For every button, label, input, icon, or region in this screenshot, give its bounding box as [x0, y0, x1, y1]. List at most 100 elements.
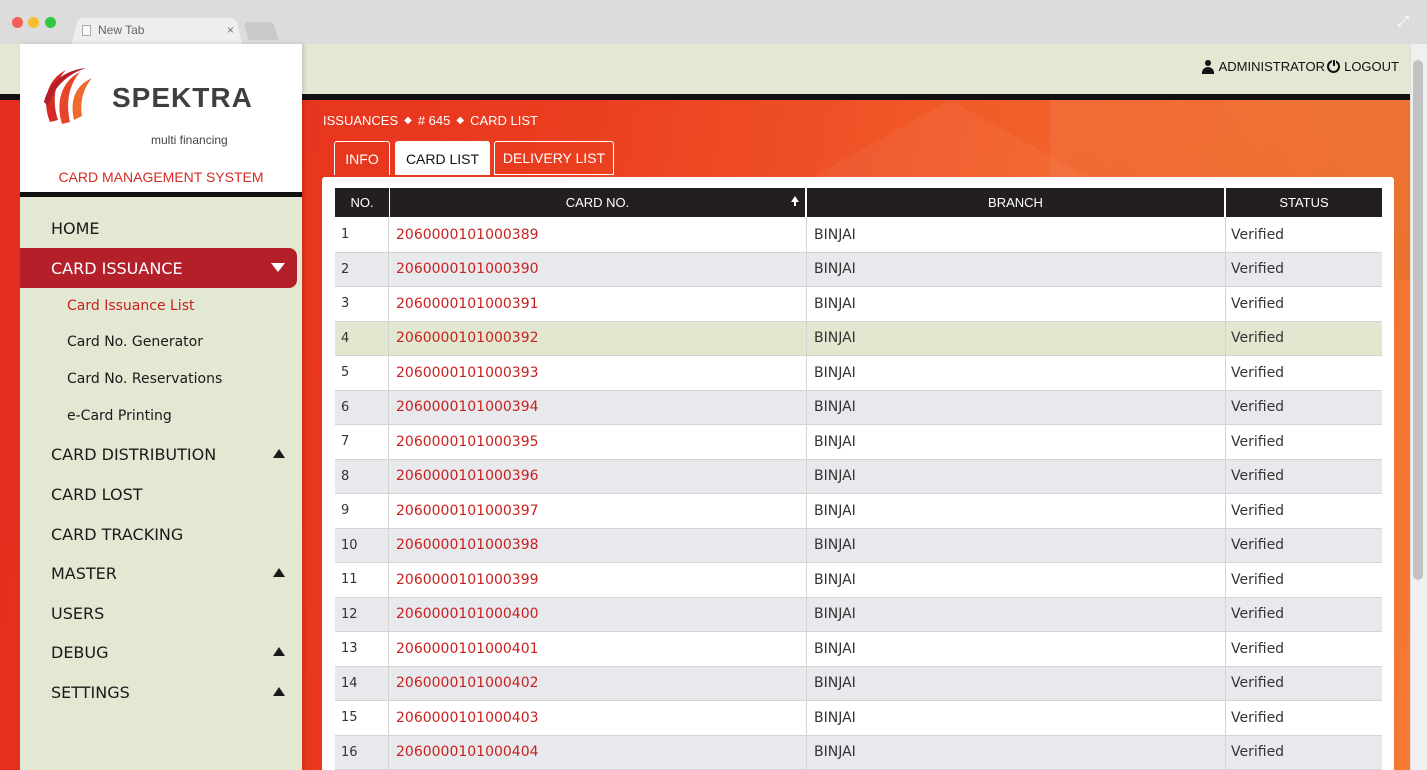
column-header-card-no[interactable]: CARD NO. — [390, 188, 805, 217]
subnav-card-no-reservations[interactable]: Card No. Reservations — [67, 371, 222, 387]
table-row[interactable]: 10 2060000101000398 BINJAI Verified — [335, 528, 1382, 563]
subnav-ecard-printing[interactable]: e-Card Printing — [67, 408, 172, 424]
logo-area: SPEKTRA multi financing CARD MANAGEMENT … — [20, 44, 302, 192]
tab-card-list[interactable]: CARD LIST — [395, 141, 490, 175]
sort-ascending-icon[interactable] — [791, 196, 799, 206]
nav-home[interactable]: HOME — [20, 208, 297, 248]
breadcrumb-separator-icon: ◆ — [456, 115, 465, 126]
cell-card-no-link[interactable]: 2060000101000392 — [389, 321, 807, 355]
table-row[interactable]: 6 2060000101000394 BINJAI Verified — [335, 390, 1382, 425]
cell-branch: BINJAI — [807, 425, 1226, 459]
cell-status: Verified — [1231, 468, 1285, 485]
cell-status: Verified — [1231, 364, 1285, 381]
cell-card-no-link[interactable]: 2060000101000403 — [389, 701, 807, 735]
cell-branch: BINJAI — [807, 597, 1226, 631]
breadcrumb-current: CARD LIST — [470, 113, 538, 128]
cell-branch: BINJAI — [807, 563, 1226, 597]
cell-status: Verified — [1231, 709, 1285, 726]
browser-tab[interactable]: New Tab × — [82, 16, 242, 44]
table-row[interactable]: 16 2060000101000404 BINJAI Verified — [335, 735, 1382, 770]
table-row[interactable]: 9 2060000101000397 BINJAI Verified — [335, 494, 1382, 529]
cell-no: 5 — [335, 356, 389, 390]
table-row[interactable]: 5 2060000101000393 BINJAI Verified — [335, 356, 1382, 391]
nav-card-tracking[interactable]: CARD TRACKING — [20, 514, 297, 554]
cell-card-no-link[interactable]: 2060000101000402 — [389, 666, 807, 700]
subnav-card-no-generator[interactable]: Card No. Generator — [67, 334, 203, 350]
cell-card-no-link[interactable]: 2060000101000404 — [389, 735, 807, 769]
cell-card-no-link[interactable]: 2060000101000397 — [389, 494, 807, 528]
cell-branch: BINJAI — [807, 218, 1226, 252]
nav-card-lost[interactable]: CARD LOST — [20, 474, 297, 514]
subnav-card-issuance-list[interactable]: Card Issuance List — [67, 298, 194, 314]
table-row[interactable]: 15 2060000101000403 BINJAI Verified — [335, 701, 1382, 736]
spektra-logo-icon — [44, 68, 92, 124]
tab-info[interactable]: INFO — [334, 141, 390, 175]
table-row[interactable]: 12 2060000101000400 BINJAI Verified — [335, 597, 1382, 632]
close-window-icon[interactable] — [12, 17, 23, 28]
cell-no: 10 — [335, 528, 389, 562]
cell-status: Verified — [1231, 571, 1285, 588]
cell-card-no-link[interactable]: 2060000101000390 — [389, 252, 807, 286]
cell-card-no-link[interactable]: 2060000101000400 — [389, 597, 807, 631]
cell-card-no-link[interactable]: 2060000101000399 — [389, 563, 807, 597]
table-row[interactable]: 1 2060000101000389 BINJAI Verified — [335, 218, 1382, 253]
maximize-window-icon[interactable] — [45, 17, 56, 28]
cell-status: Verified — [1231, 330, 1285, 347]
cell-branch: BINJAI — [807, 252, 1226, 286]
cell-card-no-link[interactable]: 2060000101000394 — [389, 390, 807, 424]
table-row[interactable]: 11 2060000101000399 BINJAI Verified — [335, 563, 1382, 598]
logout-button[interactable]: LOGOUT — [1327, 59, 1399, 74]
cell-card-no-link[interactable]: 2060000101000389 — [389, 218, 807, 252]
cell-card-no-link[interactable]: 2060000101000396 — [389, 459, 807, 493]
nav-label: CARD LOST — [51, 484, 143, 504]
nav-card-issuance[interactable]: CARD ISSUANCE — [20, 248, 297, 288]
table-row[interactable]: 3 2060000101000391 BINJAI Verified — [335, 287, 1382, 322]
cell-status: Verified — [1231, 399, 1285, 416]
tab-close-icon[interactable]: × — [227, 23, 234, 37]
cell-card-no-link[interactable]: 2060000101000391 — [389, 287, 807, 321]
nav-label: SETTINGS — [51, 682, 130, 702]
table-row[interactable]: 4 2060000101000392 BINJAI Verified — [335, 321, 1382, 356]
caret-up-icon — [273, 568, 285, 577]
cell-card-no-link[interactable]: 2060000101000393 — [389, 356, 807, 390]
column-header-no[interactable]: NO. — [335, 188, 389, 217]
nav-label: USERS — [51, 603, 105, 623]
tab-delivery-list[interactable]: DELIVERY LIST — [494, 141, 614, 175]
nav-users[interactable]: USERS — [20, 593, 297, 633]
cell-status: Verified — [1231, 261, 1285, 278]
cell-branch: BINJAI — [807, 287, 1226, 321]
nav-master[interactable]: MASTER — [20, 553, 297, 593]
cell-no: 3 — [335, 287, 389, 321]
cell-no: 7 — [335, 425, 389, 459]
column-header-label: CARD NO. — [565, 195, 630, 210]
breadcrumb-issuances[interactable]: ISSUANCES — [323, 113, 398, 128]
table-row[interactable]: 13 2060000101000401 BINJAI Verified — [335, 632, 1382, 667]
cell-card-no-link[interactable]: 2060000101000398 — [389, 528, 807, 562]
new-tab-button[interactable] — [243, 22, 279, 40]
cell-no: 16 — [335, 735, 389, 769]
cell-branch: BINJAI — [807, 390, 1226, 424]
column-header-status[interactable]: STATUS — [1226, 188, 1382, 217]
nav-settings[interactable]: SETTINGS — [20, 672, 297, 712]
column-header-label: NO. — [350, 195, 374, 210]
nav-card-distribution[interactable]: CARD DISTRIBUTION — [20, 434, 297, 474]
cell-status: Verified — [1231, 640, 1285, 657]
fullscreen-icon[interactable]: ⤢ — [1397, 12, 1409, 30]
page-icon — [82, 24, 91, 36]
breadcrumb-issuance-id[interactable]: # 645 — [418, 113, 451, 128]
table-row[interactable]: 8 2060000101000396 BINJAI Verified — [335, 459, 1382, 494]
table-row[interactable]: 2 2060000101000390 BINJAI Verified — [335, 252, 1382, 287]
cell-branch: BINJAI — [807, 701, 1226, 735]
minimize-window-icon[interactable] — [28, 17, 39, 28]
table-row[interactable]: 14 2060000101000402 BINJAI Verified — [335, 666, 1382, 701]
scrollbar-thumb[interactable] — [1413, 60, 1423, 580]
nav-debug[interactable]: DEBUG — [20, 632, 297, 672]
cell-branch: BINJAI — [807, 632, 1226, 666]
cell-no: 2 — [335, 252, 389, 286]
table-row[interactable]: 7 2060000101000395 BINJAI Verified — [335, 425, 1382, 460]
user-menu[interactable]: ADMINISTRATOR — [1201, 59, 1325, 74]
cell-card-no-link[interactable]: 2060000101000395 — [389, 425, 807, 459]
cell-card-no-link[interactable]: 2060000101000401 — [389, 632, 807, 666]
user-icon — [1201, 59, 1214, 74]
column-header-branch[interactable]: BRANCH — [807, 188, 1224, 217]
